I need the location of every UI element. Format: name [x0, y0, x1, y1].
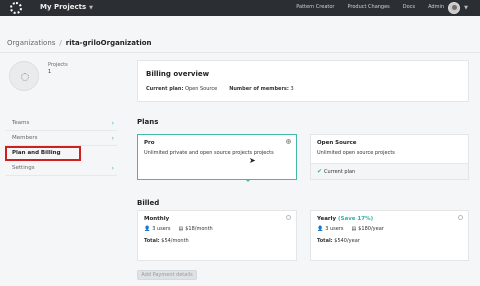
plan-name: Open Source [317, 140, 357, 146]
chevron-down-icon[interactable]: ▼ [464, 5, 468, 11]
check-circle-icon: ✔ [317, 168, 323, 175]
members-label: Number of members: [229, 86, 289, 92]
billing-card-monthly[interactable]: Monthly 👤 3 users ▤ $18/month Total: $54/mo… [137, 210, 297, 261]
breadcrumb-current: rita-griloOrganization [65, 39, 152, 47]
org-logo-icon [21, 73, 29, 81]
billed-heading: Billed [137, 199, 160, 207]
users-icon: 👤 [144, 226, 151, 232]
sidebar-item-members[interactable]: Members › [5, 131, 117, 146]
chevron-right-icon: › [111, 135, 114, 142]
org-avatar [9, 61, 39, 91]
total-value: $54/month [161, 238, 189, 244]
user-avatar[interactable] [448, 2, 460, 14]
selected-indicator [245, 179, 251, 182]
plan-description: Unlimited open source projects [317, 150, 395, 156]
sidebar-item-label: Teams [12, 120, 30, 126]
billing-radio[interactable] [286, 215, 291, 220]
billing-users: 3 users [325, 226, 344, 232]
breadcrumb-organizations[interactable]: Organizations [7, 39, 55, 47]
plan-name: Pro [144, 140, 155, 146]
billing-card-yearly[interactable]: Yearly (Save 17%) 👤 3 users ▤ $180/year Tot… [310, 210, 469, 261]
mouse-cursor-icon: ➤ [249, 156, 256, 165]
billing-total: Total: $54/month [144, 238, 189, 244]
billing-details: 👤 3 users ▤ $180/year [317, 226, 384, 232]
users-icon: 👤 [317, 226, 324, 232]
nav-pattern-creator[interactable]: Pattern Creator [296, 4, 334, 10]
total-value: $540/year [334, 238, 360, 244]
billing-total: Total: $540/year [317, 238, 360, 244]
plan-radio[interactable] [286, 139, 291, 144]
chevron-right-icon: › [111, 120, 114, 127]
top-nav: Pattern Creator Product Changes Docs Adm… [296, 4, 444, 10]
chevron-down-icon: ▼ [89, 5, 94, 11]
billing-radio[interactable] [458, 215, 463, 220]
projects-label: Projects [48, 62, 68, 68]
projects-count: 1 [48, 69, 52, 75]
billing-name: Monthly [144, 216, 170, 222]
sidebar-item-label: Members [12, 135, 38, 141]
billing-overview-meta: Current plan: Open Source Number of membe… [146, 86, 294, 92]
app-title: My Projects [40, 3, 87, 11]
billing-users: 3 users [152, 226, 171, 232]
billing-price: $18/month [185, 226, 213, 232]
plan-card-pro[interactable]: Pro Unlimited private and open source pr… [137, 134, 297, 180]
sidebar-item-label: Settings [12, 165, 35, 171]
billing-details: 👤 3 users ▤ $18/month [144, 226, 213, 232]
logo-icon[interactable] [10, 2, 22, 14]
current-plan-text: Current plan [324, 169, 356, 175]
billing-price: $180/year [358, 226, 384, 232]
total-label: Total: [317, 238, 333, 244]
billing-name: Yearly (Save 17%) [317, 216, 373, 222]
save-badge: (Save 17%) [338, 216, 374, 222]
sidebar-item-plan-and-billing[interactable]: Plan and Billing [5, 146, 81, 161]
billing-overview-panel: Billing overview Current plan: Open Sour… [137, 60, 469, 102]
chevron-right-icon: › [111, 165, 114, 172]
price-icon: ▤ [351, 226, 357, 232]
top-bar: My Projects ▼ Pattern Creator Product Cha… [0, 0, 480, 16]
nav-product-changes[interactable]: Product Changes [347, 4, 389, 10]
plan-description: Unlimited private and open source projec… [144, 150, 274, 156]
nav-admin[interactable]: Admin [428, 4, 444, 10]
current-plan-value: Open Source [185, 86, 218, 92]
nav-docs[interactable]: Docs [403, 4, 415, 10]
billing-name-text: Yearly [317, 216, 337, 222]
total-label: Total: [144, 238, 160, 244]
app-title-dropdown[interactable]: My Projects ▼ [40, 3, 93, 11]
plan-card-open-source[interactable]: Open Source Unlimited open source projec… [310, 134, 469, 180]
current-plan-footer: ✔ Current plan [311, 163, 468, 179]
add-payment-details-button[interactable]: Add Payment details [137, 270, 197, 280]
price-icon: ▤ [178, 226, 184, 232]
breadcrumb: Organizations / rita-griloOrganization [7, 39, 152, 47]
plans-heading: Plans [137, 118, 159, 126]
sidebar-item-label: Plan and Billing [12, 150, 61, 156]
sidebar-nav: Teams › Members › Plan and Billing Setting… [5, 116, 117, 176]
members-value: 3 [290, 86, 294, 92]
breadcrumb-separator: / [59, 39, 62, 47]
billing-overview-title: Billing overview [146, 70, 210, 78]
sidebar-item-teams[interactable]: Teams › [5, 116, 117, 131]
sidebar-item-settings[interactable]: Settings › [5, 161, 117, 176]
divider [0, 52, 480, 53]
current-plan-label: Current plan: [146, 86, 184, 92]
